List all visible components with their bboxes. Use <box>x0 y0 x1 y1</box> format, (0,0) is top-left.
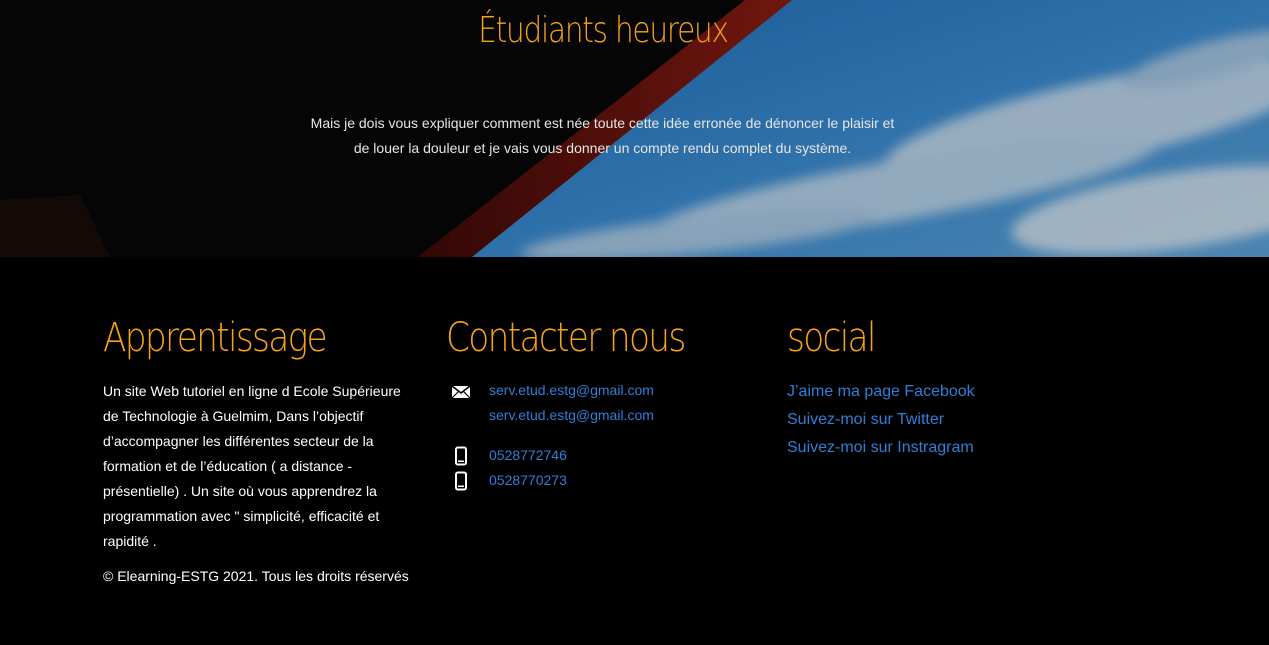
about-line: formation et de l’éducation ( a distance… <box>103 458 353 474</box>
footer-about-column: Apprentissage Un site Web tutoriel en li… <box>103 315 423 586</box>
phone-link[interactable]: 0528770273 <box>489 468 746 493</box>
about-heading: Apprentissage <box>103 315 328 361</box>
social-heading: social <box>787 315 876 361</box>
about-line: de Technologie à Guelmim, Dans l’objecti… <box>103 408 364 424</box>
envelope-icon <box>451 385 471 399</box>
list-item: Suivez-moi sur Instragram <box>787 434 1087 462</box>
phone-link[interactable]: 0528772746 <box>489 443 746 468</box>
list-item: J’aime ma page Facebook <box>787 378 1087 406</box>
hero-description: Mais je dois vous expliquer comment est … <box>290 111 915 161</box>
footer-contact-column: Contacter nous serv.etud.estg@gmail.com … <box>446 315 746 493</box>
about-line: rapidité . <box>103 533 157 549</box>
about-line: Un site Web tutoriel en ligne d Ecole Su… <box>103 383 401 399</box>
social-links-list: J’aime ma page Facebook Suivez-moi sur T… <box>787 378 1087 462</box>
hero-description-line: de louer la douleur et je vais vous donn… <box>353 140 852 156</box>
site-footer: Apprentissage Un site Web tutoriel en li… <box>0 257 1269 645</box>
footer-social-column: social J’aime ma page Facebook Suivez-mo… <box>787 315 1087 462</box>
mobile-phone-icon <box>455 446 467 466</box>
about-text: Un site Web tutoriel en ligne d Ecole Su… <box>103 379 415 554</box>
email-link[interactable]: serv.etud.estg@gmail.com <box>489 403 746 428</box>
about-line: présentielle) . Un site où vous apprendr… <box>103 483 377 499</box>
contact-email-group: serv.etud.estg@gmail.com serv.etud.estg@… <box>446 378 746 428</box>
about-line: programmation avec " simplicité, efficac… <box>103 508 380 524</box>
hero-description-line: Mais je dois vous expliquer comment est … <box>310 115 895 131</box>
email-link[interactable]: serv.etud.estg@gmail.com <box>489 378 746 403</box>
hero-title: Étudiants heureux <box>478 10 729 51</box>
instagram-link[interactable]: Suivez-moi sur Instragram <box>787 439 974 456</box>
mobile-phone-icon <box>455 471 467 491</box>
hero-banner: Étudiants heureux Mais je dois vous expl… <box>0 0 1269 257</box>
list-item: Suivez-moi sur Twitter <box>787 406 1087 434</box>
twitter-link[interactable]: Suivez-moi sur Twitter <box>787 411 944 428</box>
facebook-link[interactable]: J’aime ma page Facebook <box>787 383 975 400</box>
about-line: d’accompagner les différentes secteur de… <box>103 433 374 449</box>
contact-phone-group: 0528772746 0528770273 <box>446 443 746 493</box>
contact-heading: Contacter nous <box>446 315 686 361</box>
copyright-text: © Elearning-ESTG 2021. Tous les droits r… <box>103 568 409 584</box>
